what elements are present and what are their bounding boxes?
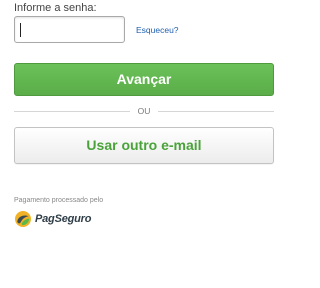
login-password-screen: Informe a senha: Esqueceu? Avançar OU Us… bbox=[0, 0, 288, 288]
processed-by-label: Pagamento processado pelo bbox=[14, 197, 104, 204]
forgot-password-link[interactable]: Esqueceu? bbox=[136, 25, 179, 36]
pagseguro-logo-icon bbox=[15, 211, 31, 227]
divider-line-right bbox=[158, 111, 274, 112]
continue-button[interactable]: Avançar bbox=[14, 63, 274, 96]
or-divider: OU bbox=[14, 106, 274, 116]
password-input[interactable] bbox=[15, 17, 124, 42]
use-other-email-button[interactable]: Usar outro e-mail bbox=[14, 127, 274, 164]
password-field[interactable] bbox=[14, 16, 125, 43]
brand-name: PagSeguro bbox=[35, 213, 92, 225]
password-label: Informe a senha: bbox=[14, 2, 97, 14]
text-caret bbox=[20, 23, 21, 37]
